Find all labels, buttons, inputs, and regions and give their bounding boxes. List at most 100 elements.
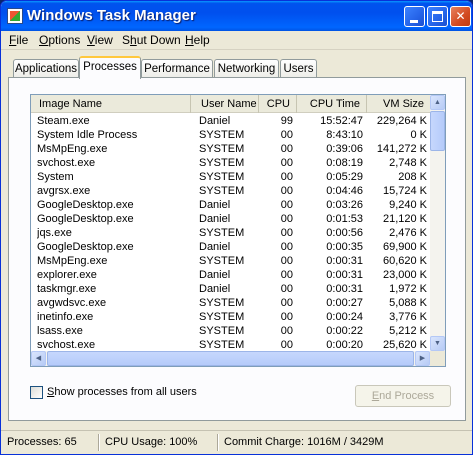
- cell-vm-size: 3,776 K: [389, 311, 427, 323]
- cell-cpu-time: 0:05:29: [326, 171, 363, 183]
- cell-cpu: 00: [280, 311, 293, 323]
- close-icon: ✕: [455, 9, 466, 23]
- table-row[interactable]: svchost.exe SYSTEM 00 0:00:20 25,620 K: [31, 338, 430, 350]
- table-row[interactable]: explorer.exe Daniel 00 0:00:31 23,000 K: [31, 268, 430, 282]
- cell-cpu: 00: [280, 185, 293, 197]
- cell-user-name: SYSTEM: [199, 143, 245, 155]
- cell-cpu-time: 8:43:10: [326, 129, 363, 141]
- cell-cpu-time: 0:00:56: [326, 227, 363, 239]
- column-image-name[interactable]: Image Name: [31, 95, 191, 113]
- cell-image-name: taskmgr.exe: [37, 283, 97, 295]
- tab-applications[interactable]: Applications: [13, 59, 79, 79]
- vertical-scrollbar[interactable]: ▲ ▼: [430, 95, 445, 351]
- cell-cpu-time: 0:00:31: [326, 269, 363, 281]
- cell-vm-size: 69,900 K: [382, 241, 427, 253]
- cell-vm-size: 208 K: [398, 171, 427, 183]
- table-row[interactable]: GoogleDesktop.exe Daniel 00 0:03:26 9,240 K: [31, 198, 430, 212]
- table-row[interactable]: MsMpEng.exe SYSTEM 00 0:39:06 141,272 K: [31, 142, 430, 156]
- scrollbar-corner: [430, 351, 445, 366]
- status-commit-charge: Commit Charge: 1016M / 3429M: [224, 436, 384, 448]
- table-row[interactable]: svchost.exe SYSTEM 00 0:08:19 2,748 K: [31, 156, 430, 170]
- process-list-header: Image Name User Name CPU CPU Time VM Siz…: [31, 95, 430, 113]
- cell-image-name: MsMpEng.exe: [37, 143, 108, 155]
- scroll-right-button[interactable]: ▶: [415, 351, 430, 366]
- minimize-icon: [410, 20, 418, 23]
- vertical-scroll-thumb[interactable]: [430, 111, 445, 151]
- scroll-left-button[interactable]: ◀: [31, 351, 46, 366]
- menu-shut-down[interactable]: Shut Down: [122, 33, 181, 47]
- cell-cpu-time: 0:00:22: [326, 325, 363, 337]
- menu-help[interactable]: Help: [185, 33, 210, 47]
- cell-vm-size: 15,724 K: [382, 185, 427, 197]
- cell-cpu: 00: [280, 227, 293, 239]
- cell-cpu: 00: [280, 339, 293, 350]
- window-title: Windows Task Manager: [27, 7, 196, 24]
- menu-options[interactable]: Options: [39, 33, 80, 47]
- tab-processes[interactable]: Processes: [79, 56, 141, 79]
- cell-cpu: 00: [280, 269, 293, 281]
- maximize-button[interactable]: [427, 6, 448, 27]
- cell-vm-size: 2,748 K: [389, 157, 427, 169]
- cell-user-name: SYSTEM: [199, 325, 245, 337]
- table-row[interactable]: inetinfo.exe SYSTEM 00 0:00:24 3,776 K: [31, 310, 430, 324]
- tab-users[interactable]: Users: [280, 59, 317, 79]
- scroll-down-button[interactable]: ▼: [430, 336, 445, 351]
- table-row[interactable]: jqs.exe SYSTEM 00 0:00:56 2,476 K: [31, 226, 430, 240]
- table-row[interactable]: lsass.exe SYSTEM 00 0:00:22 5,212 K: [31, 324, 430, 338]
- status-processes: Processes: 65: [7, 436, 77, 448]
- table-row[interactable]: taskmgr.exe Daniel 00 0:00:31 1,972 K: [31, 282, 430, 296]
- status-separator: [98, 434, 100, 451]
- table-row[interactable]: avgrsx.exe SYSTEM 00 0:04:46 15,724 K: [31, 184, 430, 198]
- show-all-users-checkbox[interactable]: [30, 386, 43, 399]
- cell-cpu: 00: [280, 283, 293, 295]
- column-user-name[interactable]: User Name: [191, 95, 259, 113]
- cell-vm-size: 23,000 K: [382, 269, 427, 281]
- cell-cpu-time: 0:00:31: [326, 283, 363, 295]
- cell-image-name: explorer.exe: [37, 269, 97, 281]
- table-row[interactable]: avgwdsvc.exe SYSTEM 00 0:00:27 5,088 K: [31, 296, 430, 310]
- table-row[interactable]: System SYSTEM 00 0:05:29 208 K: [31, 170, 430, 184]
- menu-help-label: Help: [185, 33, 210, 47]
- cell-vm-size: 1,972 K: [389, 283, 427, 295]
- cell-cpu-time: 0:00:31: [326, 255, 363, 267]
- cell-image-name: jqs.exe: [37, 227, 72, 239]
- processes-panel: Image Name User Name CPU CPU Time VM Siz…: [8, 77, 466, 421]
- cell-user-name: SYSTEM: [199, 227, 245, 239]
- status-separator: [217, 434, 219, 451]
- cell-image-name: MsMpEng.exe: [37, 255, 108, 267]
- menu-file[interactable]: File: [9, 33, 28, 47]
- title-bar[interactable]: Windows Task Manager ✕: [1, 1, 472, 31]
- end-process-button[interactable]: End Process: [355, 385, 451, 407]
- table-row[interactable]: GoogleDesktop.exe Daniel 00 0:00:35 69,900 K: [31, 240, 430, 254]
- scroll-up-button[interactable]: ▲: [430, 95, 445, 110]
- cell-cpu: 00: [280, 199, 293, 211]
- cell-cpu: 00: [280, 129, 293, 141]
- cell-user-name: Daniel: [199, 199, 231, 211]
- cell-image-name: GoogleDesktop.exe: [37, 199, 134, 211]
- cell-vm-size: 229,264 K: [376, 115, 427, 127]
- tab-performance[interactable]: Performance: [141, 59, 213, 79]
- close-button[interactable]: ✕: [450, 6, 471, 27]
- horizontal-scroll-thumb[interactable]: [47, 351, 414, 366]
- show-all-users-label[interactable]: Show processes from all users: [47, 386, 197, 398]
- cell-image-name: inetinfo.exe: [37, 311, 94, 323]
- cell-vm-size: 9,240 K: [389, 199, 427, 211]
- minimize-button[interactable]: [404, 6, 425, 27]
- task-manager-icon: [7, 8, 23, 24]
- column-cpu-time[interactable]: CPU Time: [297, 95, 367, 113]
- table-row[interactable]: GoogleDesktop.exe Daniel 00 0:01:53 21,120 K: [31, 212, 430, 226]
- table-row[interactable]: MsMpEng.exe SYSTEM 00 0:00:31 60,620 K: [31, 254, 430, 268]
- cell-cpu-time: 0:00:35: [326, 241, 363, 253]
- cell-image-name: avgwdsvc.exe: [37, 297, 107, 309]
- column-vm-size[interactable]: VM Size: [367, 95, 430, 113]
- tab-networking[interactable]: Networking: [214, 59, 279, 79]
- menu-view[interactable]: View: [87, 33, 113, 47]
- cell-user-name: Daniel: [199, 213, 231, 225]
- horizontal-scrollbar[interactable]: ◀ ▶: [31, 351, 430, 366]
- cell-user-name: SYSTEM: [199, 157, 245, 169]
- process-list[interactable]: Image Name User Name CPU CPU Time VM Siz…: [30, 94, 446, 367]
- column-cpu[interactable]: CPU: [259, 95, 297, 113]
- table-row[interactable]: Steam.exe Daniel 99 15:52:47 229,264 K: [31, 114, 430, 128]
- table-row[interactable]: System Idle Process SYSTEM 00 8:43:10 0 K: [31, 128, 430, 142]
- cell-image-name: svchost.exe: [37, 339, 96, 350]
